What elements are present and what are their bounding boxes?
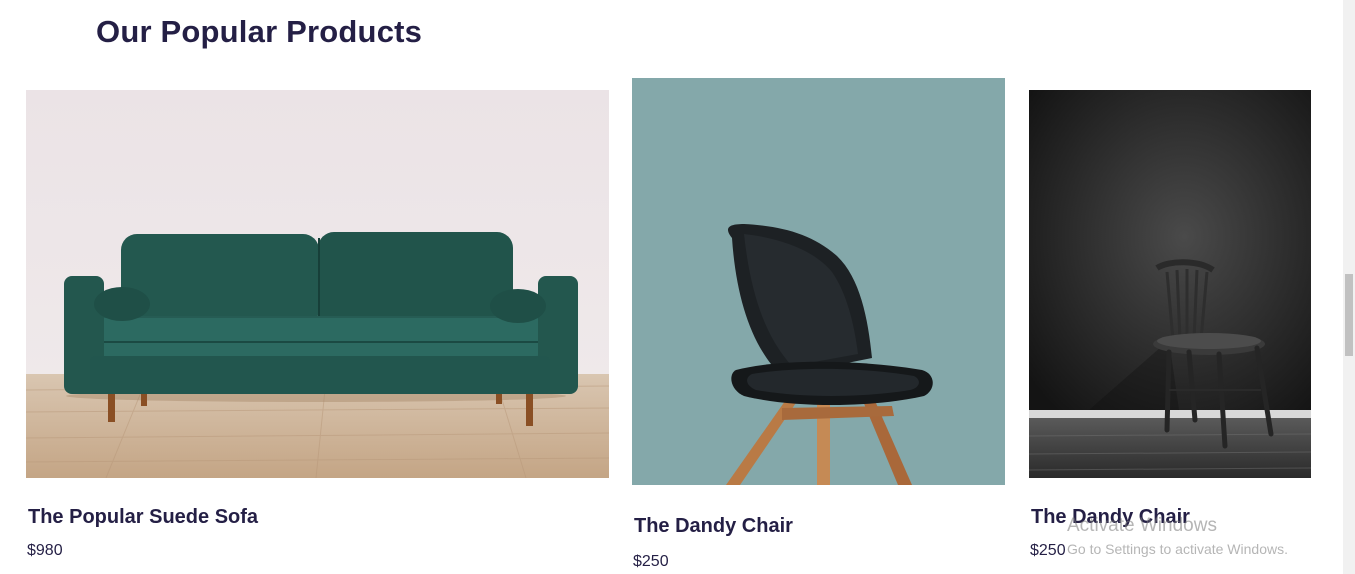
- product-card-black-chair[interactable]: The Dandy Chair $250: [632, 78, 1005, 574]
- black-chair-image: [632, 78, 1005, 485]
- green-sofa-image: [26, 90, 609, 478]
- product-card-sofa[interactable]: The Popular Suede Sofa $980: [26, 90, 609, 574]
- section-title: Our Popular Products: [96, 14, 423, 49]
- product-image-black-chair[interactable]: [632, 78, 1005, 485]
- product-price: $250: [633, 553, 669, 570]
- product-price: $250: [1030, 542, 1066, 559]
- wooden-chair-image: [1029, 90, 1311, 478]
- product-price: $980: [27, 542, 63, 559]
- product-image-sofa[interactable]: [26, 90, 609, 478]
- scrollbar-thumb[interactable]: [1345, 274, 1353, 356]
- product-image-wooden-chair[interactable]: [1029, 90, 1311, 478]
- product-card-wooden-chair[interactable]: The Dandy Chair $250: [1029, 90, 1311, 574]
- product-name[interactable]: The Dandy Chair: [634, 515, 793, 538]
- product-name[interactable]: The Popular Suede Sofa: [28, 506, 258, 529]
- product-name[interactable]: The Dandy Chair: [1031, 506, 1190, 529]
- vertical-scrollbar[interactable]: [1343, 0, 1355, 574]
- page: Our Popular Products The Popular Suede S…: [0, 0, 1355, 574]
